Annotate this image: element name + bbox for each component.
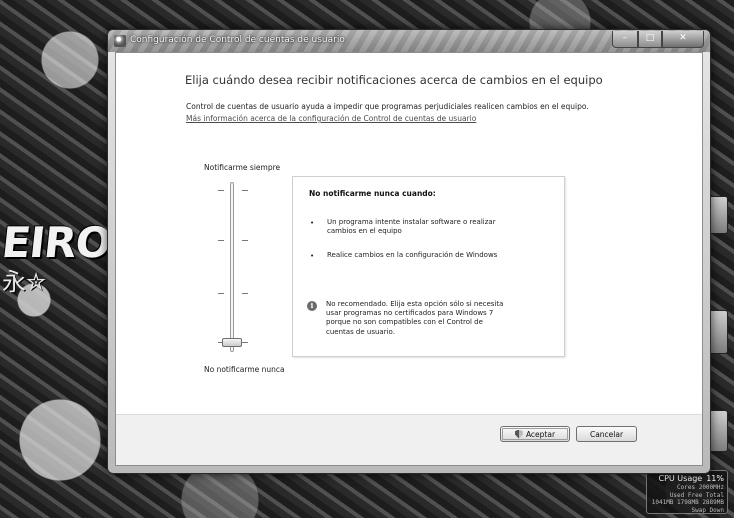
description-text: Control de cuentas de usuario ayuda a im… [186, 102, 589, 111]
slider-tick [218, 240, 224, 241]
warning-text: No recomendado. Elija esta opción sólo s… [326, 300, 504, 336]
level-description-title: No notificarme nunca cuando: [309, 189, 436, 198]
slider-tick [218, 190, 224, 191]
info-icon: i [307, 301, 317, 311]
ok-button[interactable]: Aceptar [500, 426, 570, 442]
slider-tick [242, 342, 248, 343]
title-bar[interactable]: Configuración de Control de cuentas de u… [108, 30, 710, 52]
window-controls: – □ ✕ [612, 31, 704, 48]
bullet-dot: • [310, 252, 315, 260]
maximize-button[interactable]: □ [638, 31, 662, 48]
cpu-usage-label: CPU Usage [658, 474, 703, 483]
cpu-usage-row: Used Free Total [669, 491, 724, 499]
uac-settings-dialog: Configuración de Control de cuentas de u… [107, 29, 711, 474]
wallpaper-glyph: 永✮ [2, 268, 47, 296]
desktop-gadget[interactable] [708, 196, 728, 234]
slider-top-label: Notificarme siempre [204, 163, 281, 172]
desktop-gadget[interactable] [708, 410, 728, 452]
close-button[interactable]: ✕ [662, 31, 704, 48]
slider-bottom-label: No notificarme nunca [204, 365, 285, 374]
bullet-dot: • [310, 219, 315, 227]
cpu-usage-title: CPU Usage 11% [650, 474, 724, 484]
wallpaper-text: EIRO [0, 218, 113, 267]
cpu-usage-row: Swap Down [691, 506, 724, 514]
shield-icon [514, 429, 523, 439]
cpu-usage-gadget[interactable]: CPU Usage 11% Cores 2000MHz Used Free Tot… [646, 470, 728, 514]
cpu-usage-rows: Cores 2000MHz Used Free Total 1041MB 179… [650, 484, 724, 514]
bullet-item: Un programa intente instalar software o … [327, 218, 496, 236]
slider-tick [242, 293, 248, 294]
cpu-usage-percent: 11% [706, 474, 724, 483]
slider-tick [242, 240, 248, 241]
level-description-box: No notificarme nunca cuando: • Un progra… [292, 176, 565, 357]
minimize-button[interactable]: – [612, 31, 638, 48]
cancel-button[interactable]: Cancelar [576, 426, 637, 442]
cpu-usage-row: 1041MB 1798MB 2889MB [651, 499, 724, 506]
app-icon [114, 35, 126, 47]
dialog-client-area: Elija cuándo desea recibir notificacione… [115, 52, 703, 466]
desktop-gadget[interactable] [708, 310, 728, 354]
slider-tick [218, 293, 224, 294]
ok-button-label: Aceptar [525, 429, 556, 439]
notification-level-slider[interactable] [208, 178, 258, 360]
cpu-usage-row: Cores 2000MHz [677, 484, 724, 491]
slider-track[interactable] [230, 182, 234, 352]
page-heading: Elija cuándo desea recibir notificacione… [185, 73, 603, 87]
slider-thumb[interactable] [222, 338, 242, 347]
bullet-item: Realice cambios en la configuración de W… [327, 251, 498, 259]
window-title: Configuración de Control de cuentas de u… [130, 35, 345, 45]
dialog-footer: Aceptar Cancelar [116, 415, 702, 465]
cancel-button-label: Cancelar [589, 429, 624, 439]
slider-tick [242, 190, 248, 191]
more-info-link[interactable]: Más información acerca de la configuraci… [186, 114, 476, 123]
